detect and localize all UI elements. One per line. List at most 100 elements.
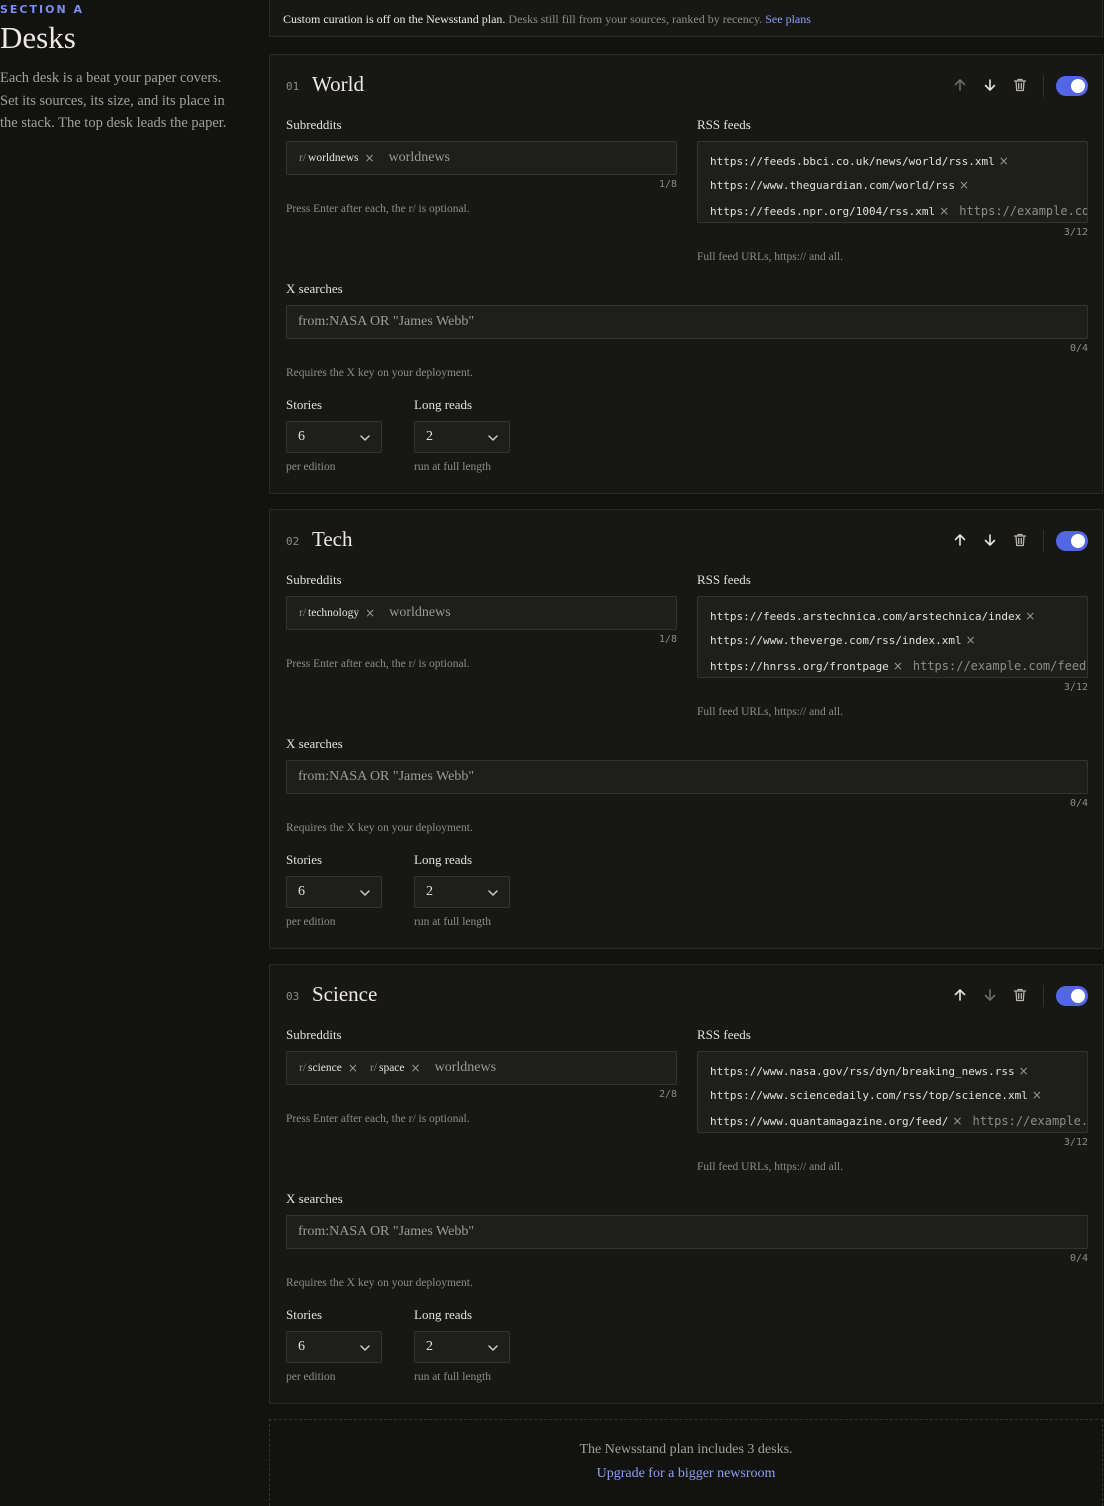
feed-chip: https://www.sciencedaily.com/rss/top/sci… (710, 1088, 1042, 1102)
long-reads-value: 2 (426, 1339, 433, 1354)
long-reads-label: Long reads (414, 1307, 473, 1322)
close-icon[interactable]: × (1025, 609, 1035, 623)
close-icon[interactable]: × (939, 204, 949, 218)
close-icon[interactable]: × (1019, 1064, 1029, 1078)
chevron-down-icon (360, 435, 370, 441)
desk-enabled-toggle[interactable] (1056, 531, 1088, 551)
x-searches-input[interactable]: from:NASA OR "James Webb" (286, 760, 1088, 794)
desk-enabled-toggle[interactable] (1056, 986, 1088, 1006)
x-searches-input[interactable]: from:NASA OR "James Webb" (286, 305, 1088, 339)
feed-input[interactable]: https://example.com/feed (913, 659, 1086, 673)
long-reads-value: 2 (426, 429, 433, 444)
subreddit-text-input[interactable]: worldnews (389, 150, 450, 166)
arrow-up-icon[interactable] (952, 987, 968, 1003)
stories-select[interactable]: 6 (286, 876, 382, 908)
stories-value: 6 (298, 429, 305, 444)
close-icon[interactable]: × (959, 178, 969, 192)
rss-feeds-input[interactable]: https://feeds.arstechnica.com/arstechnic… (697, 596, 1088, 678)
upgrade-link[interactable]: Upgrade for a bigger newsroom (270, 1466, 1102, 1482)
section-label: SECTION A (0, 3, 85, 16)
arrow-down-icon[interactable] (982, 77, 998, 93)
feed-chip: https://www.theverge.com/rss/index.xml × (710, 633, 976, 647)
arrow-up-icon[interactable] (952, 532, 968, 548)
subreddit-chip-label: space (378, 1062, 405, 1074)
trash-icon[interactable] (1012, 532, 1028, 548)
x-hint: Requires the X key on your deployment. (286, 1277, 473, 1289)
subreddit-count: 1/8 (658, 179, 677, 190)
desk-name[interactable]: Science (312, 982, 377, 1007)
long-reads-label: Long reads (414, 852, 473, 867)
chevron-down-icon (360, 890, 370, 896)
chevron-down-icon (488, 435, 498, 441)
desk-number: 01 (286, 80, 300, 93)
rss-hint: Full feed URLs, https:// and all. (697, 1161, 843, 1173)
close-icon[interactable]: × (966, 633, 976, 647)
stories-select[interactable]: 6 (286, 421, 382, 453)
stories-label: Stories (286, 852, 323, 867)
arrow-up-icon[interactable] (952, 77, 968, 93)
subreddit-count: 2/8 (658, 1089, 677, 1100)
long-reads-select[interactable]: 2 (414, 876, 510, 908)
desk-name[interactable]: World (312, 72, 364, 97)
arrow-down-icon[interactable] (982, 987, 998, 1003)
close-icon[interactable]: × (348, 1061, 358, 1075)
subreddit-hint: Press Enter after each, the r/ is option… (286, 1113, 470, 1125)
toggle-knob (1071, 989, 1085, 1003)
desk-enabled-toggle[interactable] (1056, 76, 1088, 96)
feed-count: 3/12 (1063, 227, 1088, 238)
desk-card: 02 Tech Subreddits r/technology × worldnews 1/… (269, 509, 1103, 949)
desk-number: 03 (286, 990, 300, 1003)
close-icon[interactable]: × (365, 151, 375, 165)
x-searches-input[interactable]: from:NASA OR "James Webb" (286, 1215, 1088, 1249)
subreddit-text-input[interactable]: worldnews (389, 605, 450, 621)
chevron-down-icon (488, 890, 498, 896)
trash-icon[interactable] (1012, 987, 1028, 1003)
subreddit-chip: r/technology × (299, 606, 375, 620)
see-plans-link[interactable]: See plans (765, 12, 811, 26)
stories-select[interactable]: 6 (286, 1331, 382, 1363)
long-reads-label: Long reads (414, 397, 473, 412)
close-icon[interactable]: × (1032, 1088, 1042, 1102)
rss-feeds-input[interactable]: https://www.nasa.gov/rss/dyn/breaking_ne… (697, 1051, 1088, 1133)
rss-feeds-input[interactable]: https://feeds.bbci.co.uk/news/world/rss.… (697, 141, 1088, 223)
page-title: Desks (0, 20, 76, 55)
close-icon[interactable]: × (365, 606, 375, 620)
long-reads-select[interactable]: 2 (414, 1331, 510, 1363)
close-icon[interactable]: × (952, 1114, 962, 1128)
feed-chip-label: https://feeds.npr.org/1004/rss.xml (710, 205, 936, 218)
feed-input[interactable]: https://example.com/feed (972, 1114, 1087, 1128)
desk-name[interactable]: Tech (312, 527, 353, 552)
long-reads-select[interactable]: 2 (414, 421, 510, 453)
subreddit-chip: r/worldnews × (299, 151, 375, 165)
rss-feeds-label: RSS feeds (697, 117, 751, 132)
subreddit-text-input[interactable]: worldnews (435, 1060, 496, 1076)
feed-chip-label: https://feeds.bbci.co.uk/news/world/rss.… (710, 155, 995, 168)
subreddits-input[interactable]: r/science × r/space × worldnews (286, 1051, 677, 1085)
subreddits-input[interactable]: r/worldnews × worldnews (286, 141, 677, 175)
toggle-knob (1071, 79, 1085, 93)
close-icon[interactable]: × (411, 1061, 421, 1075)
rss-feeds-label: RSS feeds (697, 1027, 751, 1042)
feed-chip-label: https://www.theguardian.com/world/rss (710, 179, 956, 192)
feed-chip: https://www.nasa.gov/rss/dyn/breaking_ne… (710, 1064, 1029, 1078)
feed-chip: https://hnrss.org/frontpage × https://exam… (710, 659, 1086, 673)
trash-icon[interactable] (1012, 77, 1028, 93)
close-icon[interactable]: × (893, 659, 903, 673)
feed-input[interactable]: https://example.com/feed (959, 204, 1087, 218)
upgrade-message: The Newsstand plan includes 3 desks. (579, 1442, 793, 1457)
subreddits-input[interactable]: r/technology × worldnews (286, 596, 677, 630)
close-icon[interactable]: × (999, 154, 1009, 168)
rss-hint: Full feed URLs, https:// and all. (697, 706, 843, 718)
long-reads-value: 2 (426, 884, 433, 899)
feed-chip-label: https://feeds.arstechnica.com/arstechnic… (710, 610, 1022, 623)
subreddit-prefix: r/ (369, 1062, 377, 1074)
subreddit-prefix: r/ (299, 152, 307, 164)
arrow-down-icon[interactable] (982, 532, 998, 548)
x-searches-label: X searches (286, 736, 343, 751)
feed-count: 3/12 (1063, 1137, 1088, 1148)
stories-label: Stories (286, 397, 323, 412)
feed-chip: https://feeds.arstechnica.com/arstechnic… (710, 609, 1035, 623)
stories-value: 6 (298, 1339, 305, 1354)
stories-label: Stories (286, 1307, 323, 1322)
x-count: 0/4 (1069, 1253, 1088, 1264)
